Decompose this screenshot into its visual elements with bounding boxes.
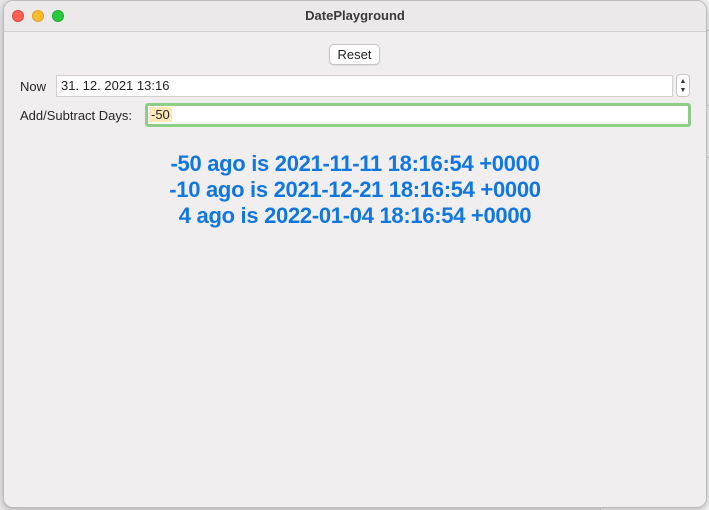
result-line: 4 ago is 2022-01-04 18:16:54 +0000 [178, 203, 532, 228]
result-line: -50 ago is 2021-11-11 18:16:54 +0000 [170, 151, 540, 176]
days-label: Add/Subtract Days: [20, 108, 132, 123]
result-line: -10 ago is 2021-12-21 18:16:54 +0000 [169, 177, 541, 202]
date-stepper[interactable]: ▲ ▼ [676, 74, 690, 97]
date-picker-field[interactable]: 31. 12. 2021 13:16 [56, 75, 673, 97]
chevron-down-icon[interactable]: ▼ [680, 86, 687, 95]
days-input[interactable]: -50 [145, 103, 691, 127]
now-label: Now [20, 79, 47, 94]
days-input-value: -50 [149, 107, 172, 122]
title-bar: DatePlayground [4, 1, 706, 32]
reset-button[interactable]: Reset [329, 44, 380, 65]
chevron-up-icon[interactable]: ▲ [680, 77, 687, 86]
window-title: DatePlayground [305, 8, 405, 23]
app-window: DatePlayground Reset Now 31. 12. 2021 13… [3, 0, 707, 508]
results-list: -50 ago is 2021-11-11 18:16:54 +0000 -10… [4, 151, 706, 229]
